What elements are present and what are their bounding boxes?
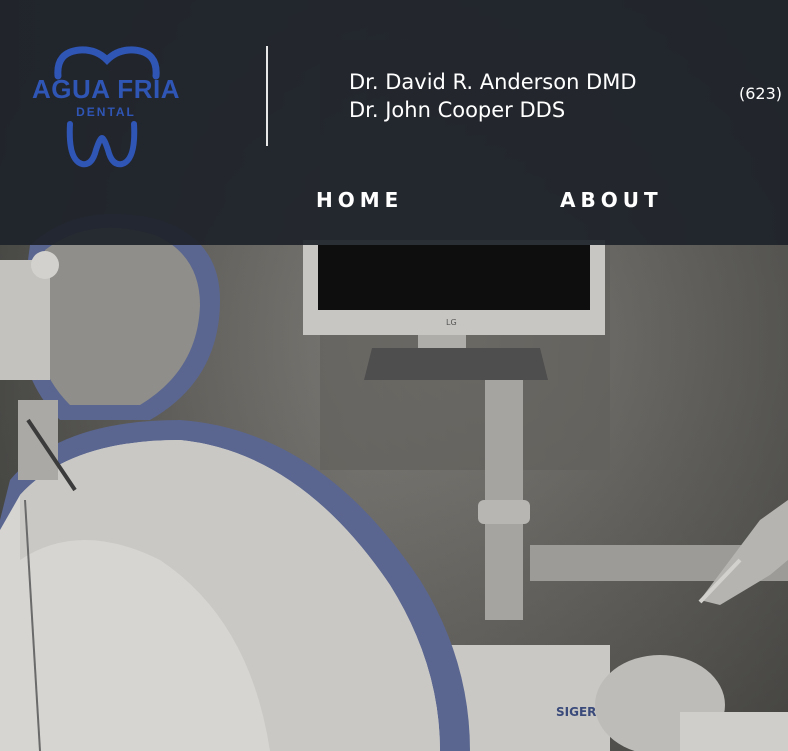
doctors-list: Dr. David R. Anderson DMD Dr. John Coope… [349,68,637,124]
nav-home[interactable]: HOME [316,188,403,212]
header-divider [266,46,268,146]
chair-brand-label: SIGER [556,705,596,719]
brand-tagline: DENTAL [76,105,136,119]
doctor-name: Dr. John Cooper DDS [349,98,566,122]
brand-name: AGUA FRIA [32,74,180,104]
doctor-name: Dr. David R. Anderson DMD [349,70,637,94]
brand-logo[interactable]: AGUA FRIA DENTAL [22,40,190,168]
tooth-roots-icon [66,121,138,168]
phone-link[interactable]: (623) [739,84,782,103]
site-header: AGUA FRIA DENTAL Dr. David R. Anderson D… [0,0,788,245]
nav-about[interactable]: ABOUT [560,188,663,212]
monitor-brand-label: LG [446,318,457,327]
